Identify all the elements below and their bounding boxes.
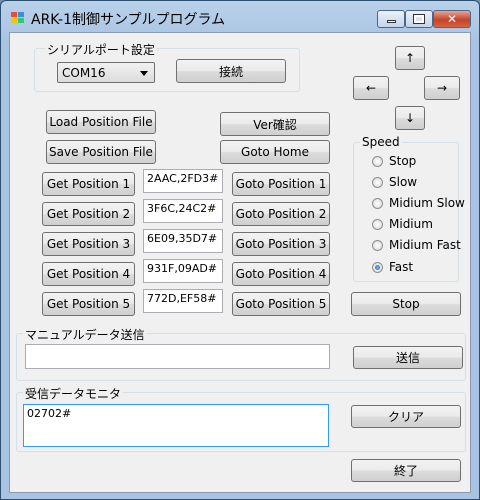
load-position-file-button[interactable]: Load Position File xyxy=(46,110,156,134)
close-icon: ✕ xyxy=(446,12,458,26)
save-position-file-button[interactable]: Save Position File xyxy=(46,140,156,164)
position-3-value[interactable]: 6E09,35D7# xyxy=(143,229,223,253)
radio-selected-icon xyxy=(372,261,383,273)
speed-option-label: Midium Fast xyxy=(389,238,461,252)
minimize-icon xyxy=(387,20,396,23)
get-position-2-button[interactable]: Get Position 2 xyxy=(42,202,135,226)
position-4-value[interactable]: 931F,09AD# xyxy=(143,259,223,283)
speed-radio-midium-fast[interactable]: Midium Fast xyxy=(372,238,461,252)
speed-option-label: Midium xyxy=(389,217,433,231)
version-check-button[interactable]: Ver確認 xyxy=(220,112,330,136)
arrow-up-button[interactable]: ↑ xyxy=(395,46,425,70)
arrow-left-button[interactable]: ← xyxy=(353,76,389,100)
com-port-value: COM16 xyxy=(62,66,106,80)
goto-position-2-button[interactable]: Goto Position 2 xyxy=(232,202,330,226)
app-window: ARK-1制御サンプルプログラム ✕ シリアルポート設定 COM16 接続 Lo… xyxy=(0,0,480,500)
speed-radio-fast[interactable]: Fast xyxy=(372,260,413,274)
speed-option-label: Stop xyxy=(389,154,417,168)
exit-button[interactable]: 終了 xyxy=(351,459,461,482)
arrow-down-button[interactable]: ↓ xyxy=(395,106,425,130)
arrow-left-icon: ← xyxy=(365,81,377,95)
speed-radio-stop[interactable]: Stop xyxy=(372,154,416,168)
speed-radio-midium-slow[interactable]: Midium Slow xyxy=(372,196,465,210)
receive-monitor-textarea[interactable]: 02702# xyxy=(23,404,329,447)
title-bar[interactable]: ARK-1制御サンプルプログラム ✕ xyxy=(1,1,479,33)
minimize-button[interactable] xyxy=(377,10,405,28)
stop-button[interactable]: Stop xyxy=(351,292,461,316)
position-1-value[interactable]: 2AAC,2FD3# xyxy=(143,169,223,193)
goto-position-4-button[interactable]: Goto Position 4 xyxy=(232,262,330,286)
get-position-4-button[interactable]: Get Position 4 xyxy=(42,262,135,286)
speed-option-label: Midium Slow xyxy=(389,196,465,210)
speed-radio-slow[interactable]: Slow xyxy=(372,175,417,189)
app-icon xyxy=(11,12,25,24)
speed-option-label: Fast xyxy=(389,260,414,274)
goto-home-button[interactable]: Goto Home xyxy=(220,140,330,164)
receive-monitor-label: 受信データモニタ xyxy=(23,385,124,402)
radio-icon xyxy=(372,176,383,188)
goto-position-3-button[interactable]: Goto Position 3 xyxy=(232,232,330,256)
connect-button[interactable]: 接続 xyxy=(176,59,286,83)
chevron-down-icon xyxy=(140,71,148,76)
speed-option-label: Slow xyxy=(389,175,418,189)
arrow-up-icon: ↑ xyxy=(404,51,416,65)
get-position-1-button[interactable]: Get Position 1 xyxy=(42,172,135,196)
maximize-button[interactable] xyxy=(405,10,433,28)
goto-position-1-button[interactable]: Goto Position 1 xyxy=(232,172,330,196)
com-port-select[interactable]: COM16 xyxy=(57,62,155,83)
manual-send-input[interactable] xyxy=(25,344,330,369)
send-button[interactable]: 送信 xyxy=(353,346,463,369)
radio-icon xyxy=(372,239,383,251)
radio-icon xyxy=(372,197,383,209)
maximize-icon xyxy=(413,14,425,24)
window-title: ARK-1制御サンプルプログラム xyxy=(31,12,226,28)
radio-icon xyxy=(372,218,383,230)
get-position-3-button[interactable]: Get Position 3 xyxy=(42,232,135,256)
speed-radio-midium[interactable]: Midium xyxy=(372,217,433,231)
arrow-right-icon: → xyxy=(436,81,448,95)
close-button[interactable]: ✕ xyxy=(433,10,471,28)
arrow-down-icon: ↓ xyxy=(404,111,416,125)
radio-icon xyxy=(372,155,383,167)
get-position-5-button[interactable]: Get Position 5 xyxy=(42,292,135,316)
manual-send-label: マニュアルデータ送信 xyxy=(23,326,147,343)
serial-port-label: シリアルポート設定 xyxy=(45,41,157,58)
clear-button[interactable]: クリア xyxy=(351,405,461,428)
goto-position-5-button[interactable]: Goto Position 5 xyxy=(232,292,330,316)
form-client-area: シリアルポート設定 COM16 接続 Load Position File Sa… xyxy=(9,32,471,493)
arrow-right-button[interactable]: → xyxy=(424,76,460,100)
speed-label: Speed xyxy=(360,135,402,149)
position-5-value[interactable]: 772D,EF58# xyxy=(143,289,223,313)
position-2-value[interactable]: 3F6C,24C2# xyxy=(143,199,223,223)
